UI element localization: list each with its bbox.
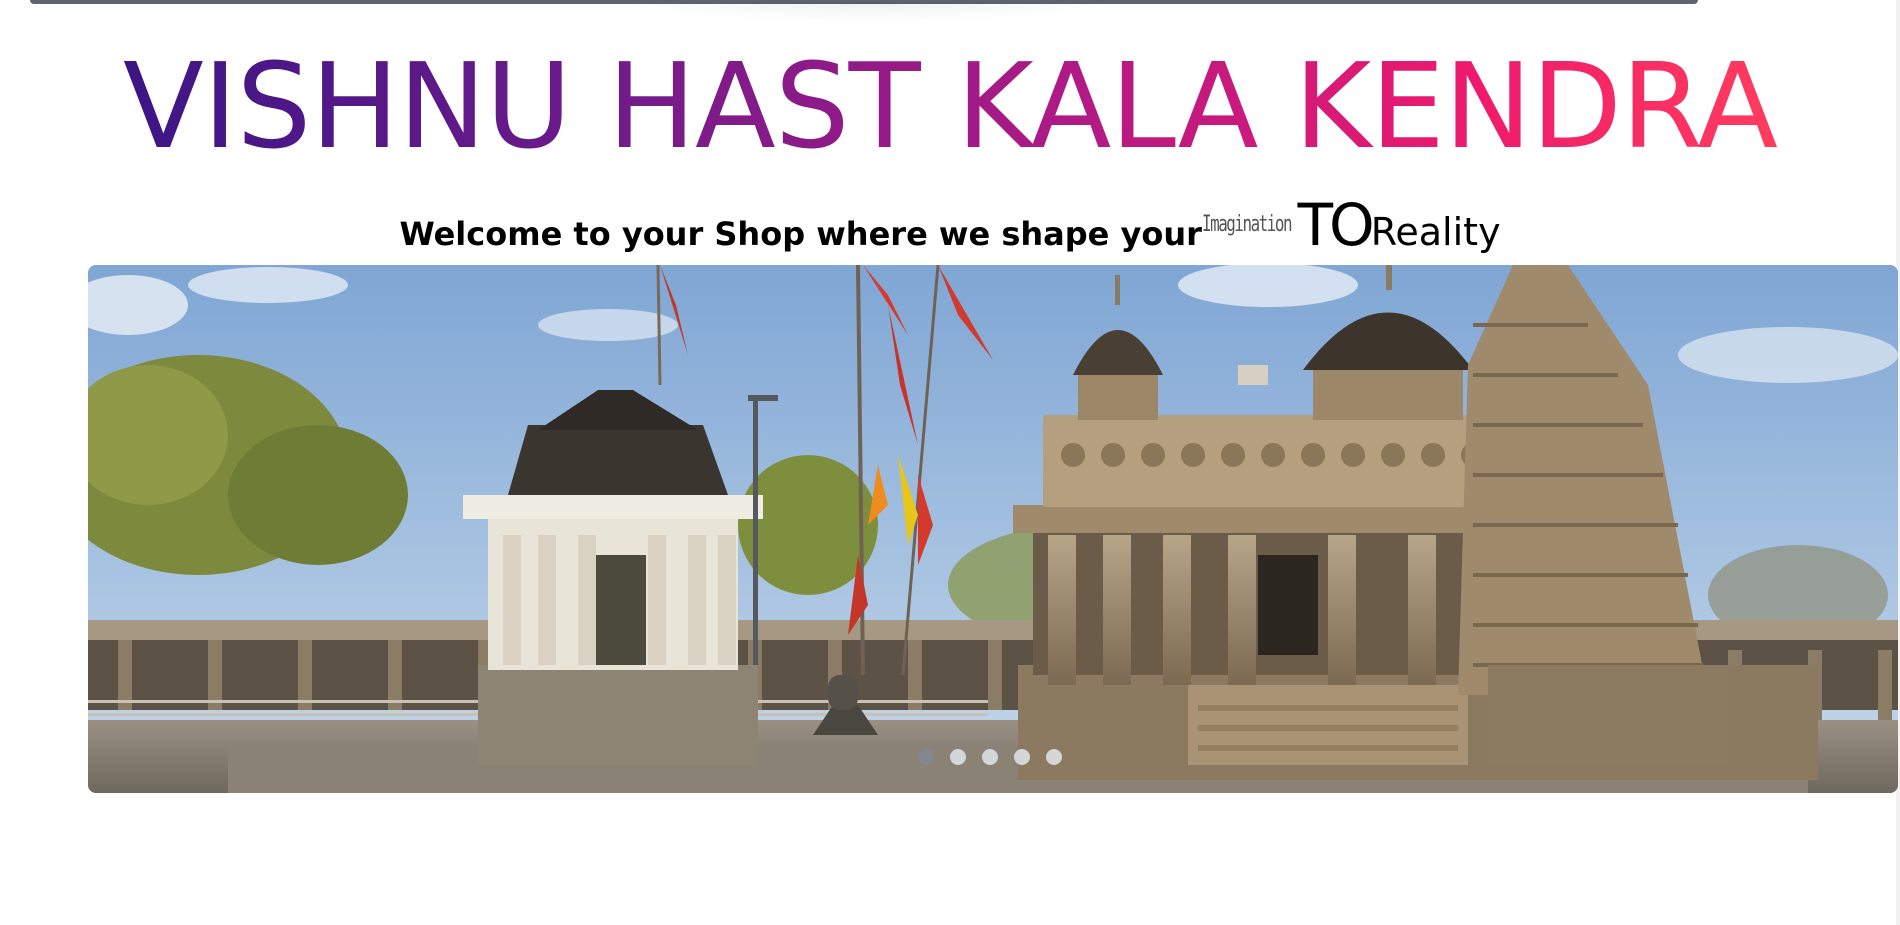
carousel-dot-2[interactable]: [950, 749, 966, 765]
tagline-to: TO: [1297, 191, 1375, 259]
temple-slide-image: [88, 265, 1898, 793]
tagline-reality: Reality: [1370, 210, 1501, 254]
tagline: Welcome to your Shop where we shape your…: [0, 193, 1900, 263]
hero-carousel[interactable]: [88, 265, 1898, 793]
tagline-imagination: Imagination: [1201, 212, 1293, 237]
navbar-shadow: [620, 2, 1120, 22]
carousel-dot-4[interactable]: [1014, 749, 1030, 765]
page: VISHNU HAST KALA KENDRA Welcome to your …: [0, 0, 1900, 925]
brand-title-text: VISHNU HAST KALA KENDRA: [123, 37, 1778, 175]
carousel-dot-1[interactable]: [918, 749, 934, 765]
carousel-indicators: [918, 749, 1062, 765]
carousel-dot-5[interactable]: [1046, 749, 1062, 765]
brand-title: VISHNU HAST KALA KENDRA: [0, 36, 1900, 176]
carousel-dot-3[interactable]: [982, 749, 998, 765]
tagline-welcome: Welcome to your Shop where we shape your: [399, 215, 1202, 253]
